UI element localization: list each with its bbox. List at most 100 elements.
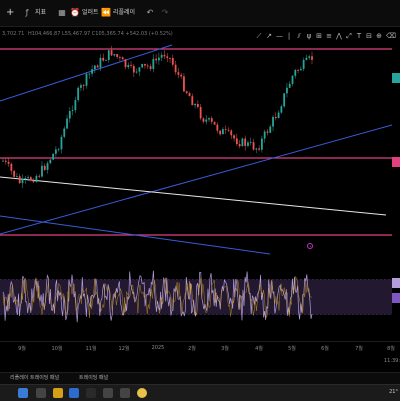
candle — [185, 91, 188, 94]
edge-icon[interactable] — [69, 388, 79, 398]
chrome-icon[interactable] — [137, 388, 147, 398]
candle — [188, 93, 191, 97]
add-symbol-button[interactable]: + — [6, 5, 14, 20]
candle — [294, 69, 297, 76]
candle — [288, 83, 291, 88]
candle — [110, 50, 113, 56]
ruler-icon[interactable]: ⊟ — [366, 32, 372, 40]
candle — [291, 75, 294, 84]
candle — [119, 56, 121, 58]
replay-icon: ⏪ — [101, 8, 111, 17]
price-chart[interactable] — [0, 41, 392, 255]
layout-icon[interactable]: ▦ — [56, 5, 68, 20]
time-axis: 9월 10월 11월 12월 2025 2월 3월 4월 5월 6월 7월 8월… — [0, 341, 400, 364]
candle — [247, 142, 249, 146]
price-readout-left: 3,702.71 — [2, 31, 25, 37]
indicators-button[interactable]: 지표 — [35, 5, 46, 20]
time-tick: 6월 — [321, 346, 329, 352]
candle — [82, 85, 85, 86]
candle — [116, 54, 119, 57]
candle — [222, 129, 224, 135]
time-tick: 10월 — [51, 346, 63, 352]
candle — [29, 177, 32, 181]
candle — [258, 148, 261, 150]
parallel-channel-icon[interactable]: ⫽ — [296, 32, 302, 40]
candle — [297, 69, 299, 71]
tradingview-icon[interactable] — [103, 388, 113, 398]
top-toolbar: + ƒ 지표 ▦ ⏰ 얼러트 ⏪ 리플레이 ↶ ↷ — [0, 0, 400, 27]
candle — [71, 110, 74, 112]
trend-line-icon[interactable]: ⟋ — [256, 32, 262, 40]
candle — [274, 116, 277, 119]
horizontal-line-icon[interactable]: — — [276, 32, 283, 40]
candle — [124, 59, 127, 68]
white-trend-line[interactable] — [0, 176, 387, 216]
candle — [249, 142, 252, 144]
candle — [157, 57, 160, 61]
oscillator-panel[interactable] — [0, 262, 392, 332]
price-scale — [392, 41, 400, 341]
fib-icon[interactable]: ≡ — [326, 32, 332, 40]
trading-panel-tab[interactable]: 트레이딩 패널 — [79, 374, 108, 381]
trash-icon[interactable]: ⌫ — [386, 32, 396, 40]
candle — [13, 170, 16, 177]
alert-button[interactable]: 얼러트 — [82, 5, 99, 20]
candle — [99, 57, 102, 68]
app-icon[interactable] — [86, 388, 96, 398]
candle — [130, 64, 132, 66]
candle — [141, 63, 144, 68]
candle — [105, 59, 107, 61]
candle — [238, 144, 241, 147]
text-icon[interactable]: T — [356, 32, 362, 40]
candle — [127, 64, 130, 68]
candle — [233, 135, 235, 139]
redo-icon[interactable]: ↷ — [159, 5, 171, 20]
time-tick: 9월 — [18, 346, 26, 352]
os-taskbar: 21° — [0, 384, 400, 401]
candle — [135, 71, 138, 73]
candle — [194, 103, 196, 106]
candle — [302, 60, 305, 69]
candle — [235, 138, 238, 145]
candle — [160, 54, 163, 58]
ohlc-values: H104,466.87 L55,467.97 C105,365.74 +542.… — [28, 31, 173, 37]
candle — [85, 73, 88, 86]
candle — [169, 57, 171, 59]
candle — [205, 119, 208, 122]
candle — [32, 180, 35, 182]
osc-tag-violet — [392, 293, 400, 303]
candle — [52, 153, 55, 160]
projection-icon[interactable]: ⤢ — [346, 32, 352, 40]
channel-top-line[interactable] — [0, 44, 173, 102]
app-icon[interactable] — [120, 388, 130, 398]
candle — [21, 179, 24, 184]
candle — [180, 74, 183, 77]
gann-icon[interactable]: ⊞ — [316, 32, 322, 40]
candle — [299, 68, 302, 71]
candle — [27, 177, 29, 179]
undo-icon[interactable]: ↶ — [144, 5, 156, 20]
search-icon[interactable] — [36, 388, 46, 398]
taskbar-tray: 21° — [389, 389, 398, 395]
replay-button[interactable]: 리플레이 — [113, 5, 135, 20]
zoom-icon[interactable]: ⊕ — [376, 32, 382, 40]
file-explorer-icon[interactable] — [53, 388, 63, 398]
alert-marker[interactable] — [307, 243, 313, 249]
candle — [266, 131, 269, 133]
vertical-line-icon[interactable]: | — [286, 32, 292, 40]
candle — [155, 58, 158, 61]
candle — [213, 121, 216, 125]
candle — [24, 178, 27, 180]
replay-trading-panel-tab[interactable]: 리플레이 트레이딩 패널 — [10, 374, 59, 381]
candle — [54, 149, 57, 154]
candle — [260, 138, 263, 150]
windows-start-icon[interactable] — [18, 388, 28, 398]
pitchfork-icon[interactable]: ψ — [306, 32, 312, 40]
candle — [208, 118, 210, 120]
channel-bottom-line[interactable] — [0, 124, 392, 235]
candle — [305, 57, 308, 61]
pattern-icon[interactable]: ⋀ — [336, 32, 342, 40]
ray-icon[interactable]: ↗ — [266, 32, 272, 40]
candle — [138, 67, 141, 72]
price-tag-green — [392, 73, 400, 83]
